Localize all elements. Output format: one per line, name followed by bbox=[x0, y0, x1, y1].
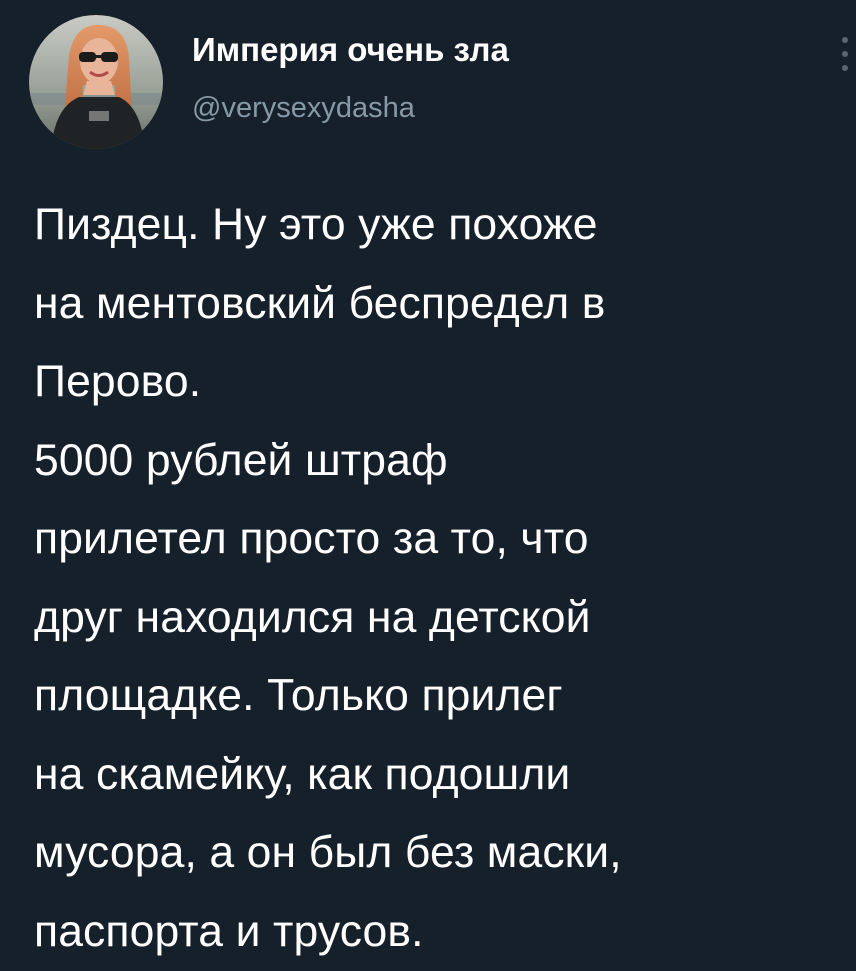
tweet-text-line: паспорта и трусов. bbox=[34, 893, 846, 971]
tweet-text-line: на ментовский беспредел в bbox=[34, 265, 846, 344]
tweet-text-line: площадке. Только прилег bbox=[34, 657, 846, 736]
tweet-text-line: 5000 рублей штраф bbox=[34, 422, 846, 501]
tweet-text-line: друг находился на детской bbox=[34, 579, 846, 658]
tweet: Империя очень зла @verysexydasha Пиздец.… bbox=[0, 0, 856, 960]
tweet-text: Пиздец. Ну это уже похоже на ментовский … bbox=[34, 186, 846, 971]
tweet-text-line: мусора, а он был без маски, bbox=[34, 814, 846, 893]
author-handle[interactable]: @verysexydasha bbox=[192, 90, 792, 126]
tweet-text-line: прилетел просто за то, что bbox=[34, 500, 846, 579]
tweet-author: Империя очень зла @verysexydasha bbox=[192, 30, 792, 126]
tweet-text-line: Пиздец. Ну это уже похоже bbox=[34, 186, 846, 265]
user-avatar[interactable] bbox=[29, 15, 163, 149]
tweet-text-line: на скамейку, как подошли bbox=[34, 736, 846, 815]
avatar-photo-icon bbox=[29, 15, 163, 149]
more-options-icon[interactable] bbox=[838, 34, 852, 78]
author-display-name[interactable]: Империя очень зла bbox=[192, 30, 792, 70]
tweet-text-line: Перово. bbox=[34, 343, 846, 422]
